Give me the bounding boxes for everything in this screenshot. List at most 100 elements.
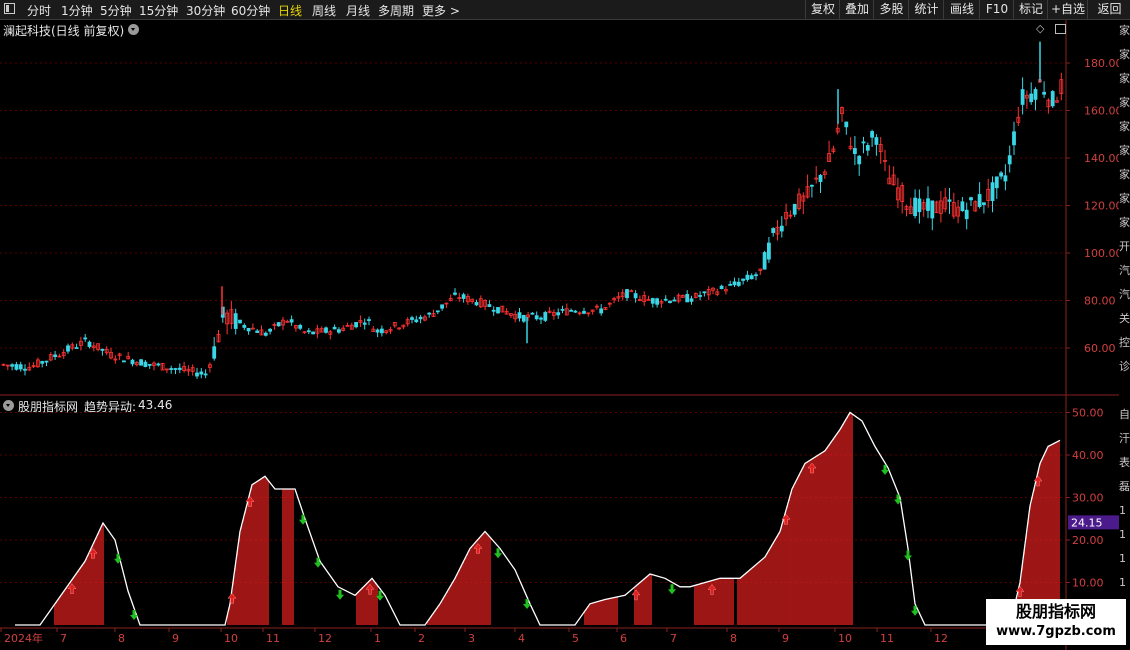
candle-body <box>336 329 341 333</box>
period-tab-2[interactable]: 5分钟 <box>100 2 132 19</box>
panel-toggle-icon[interactable] <box>1055 24 1066 34</box>
title-dropdown-icon[interactable] <box>128 24 139 35</box>
toolbar-button-7[interactable]: +自选 <box>1047 0 1088 19</box>
period-tab-4[interactable]: 30分钟 <box>186 2 225 19</box>
candle-body <box>539 317 543 320</box>
candle-body <box>732 281 737 286</box>
candle-body <box>698 295 702 297</box>
period-tab-9[interactable]: 多周期 <box>378 2 414 19</box>
down-arrow-icon <box>130 610 138 620</box>
right-strip-item[interactable]: 1 <box>1119 528 1130 541</box>
watermark-badge: 股朋指标网 www.7gpzb.com <box>986 599 1126 645</box>
window-icon[interactable] <box>4 3 15 14</box>
candle-body <box>969 197 973 201</box>
right-strip-item[interactable]: 汽 <box>1119 264 1130 277</box>
period-tab-0[interactable]: 分时 <box>27 2 51 19</box>
main-y-tick-label: 120.00 <box>1084 200 1119 213</box>
toolbar-button-6[interactable]: 标记 <box>1013 0 1048 19</box>
right-strip-item[interactable]: 家 <box>1119 24 1130 37</box>
right-strip-item[interactable]: 汽 <box>1119 288 1130 301</box>
toolbar-button-5[interactable]: F10 <box>979 0 1014 19</box>
candle-body <box>745 274 750 280</box>
down-arrow-icon <box>336 589 344 600</box>
candle-body <box>655 298 659 305</box>
toolbar-button-2[interactable]: 多股 <box>873 0 909 19</box>
main-y-tick-label: 180.00 <box>1084 57 1119 70</box>
candle-body <box>521 315 526 322</box>
right-strip-item[interactable]: 表 <box>1119 456 1130 469</box>
toolbar-button-4[interactable]: 画线 <box>943 0 980 19</box>
candle-body <box>771 228 776 233</box>
period-tab-7[interactable]: 周线 <box>312 2 336 19</box>
candle-body <box>741 278 745 281</box>
candle-body <box>332 326 337 330</box>
right-strip-item[interactable]: 1 <box>1119 576 1130 589</box>
right-strip-item[interactable]: 家 <box>1119 48 1130 61</box>
down-arrow-icon <box>314 557 322 568</box>
chart-area[interactable]: 180.00160.00140.00120.00100.0080.0060.00… <box>0 20 1119 650</box>
candle-body <box>491 309 496 312</box>
diamond-icon[interactable]: ◇ <box>1036 22 1044 35</box>
toolbar-button-0[interactable]: 复权 <box>805 0 840 19</box>
x-axis-label: 8 <box>730 632 737 645</box>
candle-body <box>1033 89 1038 100</box>
main-y-tick-label: 100.00 <box>1084 247 1119 260</box>
x-axis-label: 11 <box>880 632 894 645</box>
toolbar-button-8[interactable]: 返回 <box>1087 0 1130 19</box>
right-strip-item[interactable]: 家 <box>1119 144 1130 157</box>
watermark-title: 股朋指标网 <box>1015 602 1096 621</box>
candle-body <box>663 298 668 301</box>
right-strip-item[interactable]: 控 <box>1119 336 1130 349</box>
right-strip-item[interactable]: 家 <box>1119 168 1130 181</box>
right-strip-item[interactable]: 自 <box>1119 408 1130 421</box>
toolbar-button-1[interactable]: 叠加 <box>839 0 874 19</box>
indicator-y-tick-label: 40.00 <box>1072 449 1104 462</box>
candle-body <box>298 325 303 329</box>
candle-body <box>1042 91 1046 95</box>
main-y-tick-label: 140.00 <box>1084 152 1119 165</box>
candle-body <box>629 290 634 293</box>
right-strip-item[interactable]: 家 <box>1119 192 1130 205</box>
candle-body <box>268 328 273 332</box>
period-tab-1[interactable]: 1分钟 <box>61 2 93 19</box>
right-strip-item[interactable]: 关 <box>1119 312 1130 325</box>
candle-body <box>242 325 247 328</box>
right-strip-item[interactable]: 诊 <box>1119 360 1130 373</box>
indicator-dropdown-icon[interactable] <box>3 400 14 411</box>
right-strip-item[interactable]: 1 <box>1119 552 1130 565</box>
candle-body <box>427 312 432 315</box>
candle-body <box>199 371 204 375</box>
period-tab-5[interactable]: 60分钟 <box>231 2 270 19</box>
right-strip-item[interactable]: 1 <box>1119 504 1130 517</box>
candle-body <box>792 203 797 215</box>
right-strip-item[interactable]: 家 <box>1119 96 1130 109</box>
candle-body <box>74 347 79 349</box>
candle-body <box>964 209 969 220</box>
candle-body <box>999 172 1003 177</box>
period-tab-6[interactable]: 日线 <box>278 2 302 19</box>
right-strip-item[interactable]: 家 <box>1119 216 1130 229</box>
period-tab-10[interactable]: 更多 > <box>422 2 460 19</box>
toolbar-button-3[interactable]: 统计 <box>908 0 944 19</box>
candle-body <box>865 145 870 151</box>
candle-body <box>379 328 384 334</box>
candle-body <box>18 364 23 370</box>
candle-body <box>461 294 466 299</box>
period-tab-3[interactable]: 15分钟 <box>139 2 178 19</box>
x-axis-label: 7 <box>60 632 67 645</box>
candle-body <box>354 322 359 328</box>
right-strip-item[interactable]: 家 <box>1119 120 1130 133</box>
right-strip-item[interactable]: 汗 <box>1119 432 1130 445</box>
x-axis-label: 11 <box>266 632 280 645</box>
candle-body <box>977 194 982 207</box>
period-tab-8[interactable]: 月线 <box>346 2 370 19</box>
candle-body <box>53 354 57 358</box>
up-arrow-icon <box>807 462 817 474</box>
candle-body <box>534 315 539 320</box>
right-strip-item[interactable]: 家 <box>1119 72 1130 85</box>
right-strip-item[interactable]: 磊 <box>1119 480 1130 493</box>
right-strip-item[interactable]: 开 <box>1119 240 1130 253</box>
candle-body <box>440 304 445 309</box>
x-axis-label: 2024年 <box>4 631 43 645</box>
candle-body <box>930 200 935 219</box>
